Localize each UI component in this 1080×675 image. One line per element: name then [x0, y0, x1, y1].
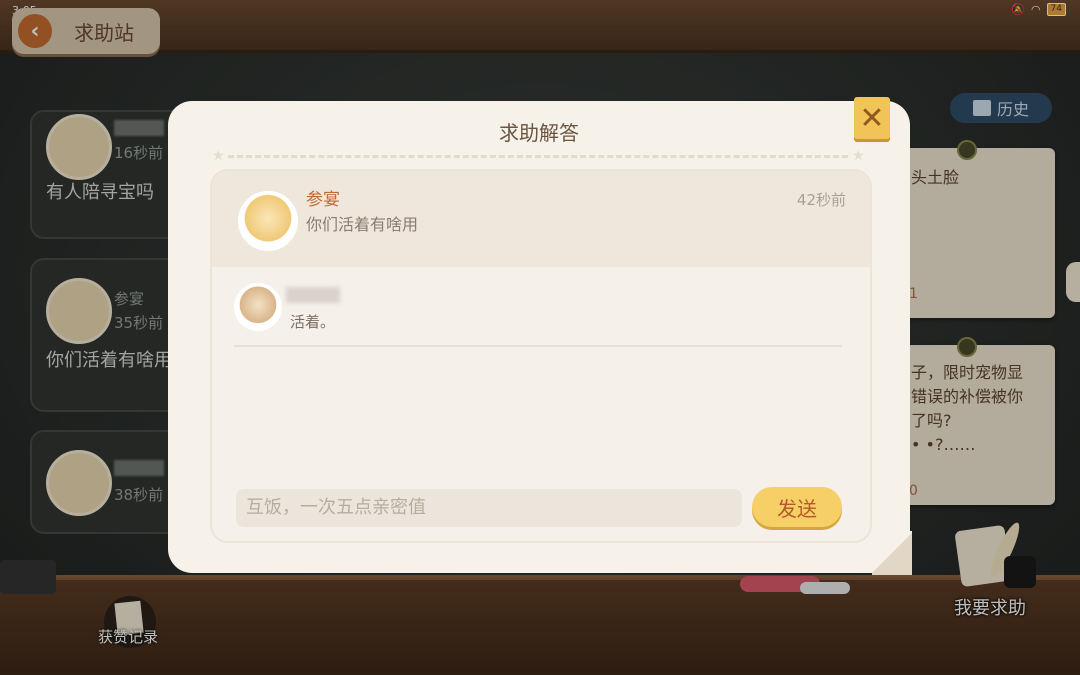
question-time: 42秒前 [796, 191, 846, 209]
divider [234, 345, 842, 347]
answer-text: 活着。 [290, 313, 336, 331]
send-button[interactable]: 发送 [752, 487, 842, 527]
help-answer-dialog: 求助解答 ★ ★ ✕ 参宴 42秒前 你们活着有啥用 活着。 互饭，一次五点亲密… [168, 97, 912, 575]
divider [228, 155, 848, 158]
dialog-title: 求助解答 [499, 121, 579, 145]
question-author: 参宴 [306, 190, 340, 210]
question-block: 参宴 42秒前 你们活着有啥用 [212, 171, 870, 267]
star-icon: ★ [212, 148, 225, 164]
close-icon: ✕ [859, 100, 885, 136]
question-text: 你们活着有啥用 [306, 215, 419, 234]
close-button[interactable]: ✕ [854, 97, 890, 139]
reply-input[interactable]: 互饭，一次五点亲密值 [236, 489, 742, 527]
page-curl [872, 531, 912, 575]
answer-author-blurred [286, 287, 340, 303]
answer-panel: 参宴 42秒前 你们活着有啥用 活着。 互饭，一次五点亲密值 发送 [210, 169, 872, 543]
avatar[interactable] [234, 283, 282, 331]
star-icon: ★ [852, 148, 865, 164]
avatar[interactable] [238, 191, 298, 251]
